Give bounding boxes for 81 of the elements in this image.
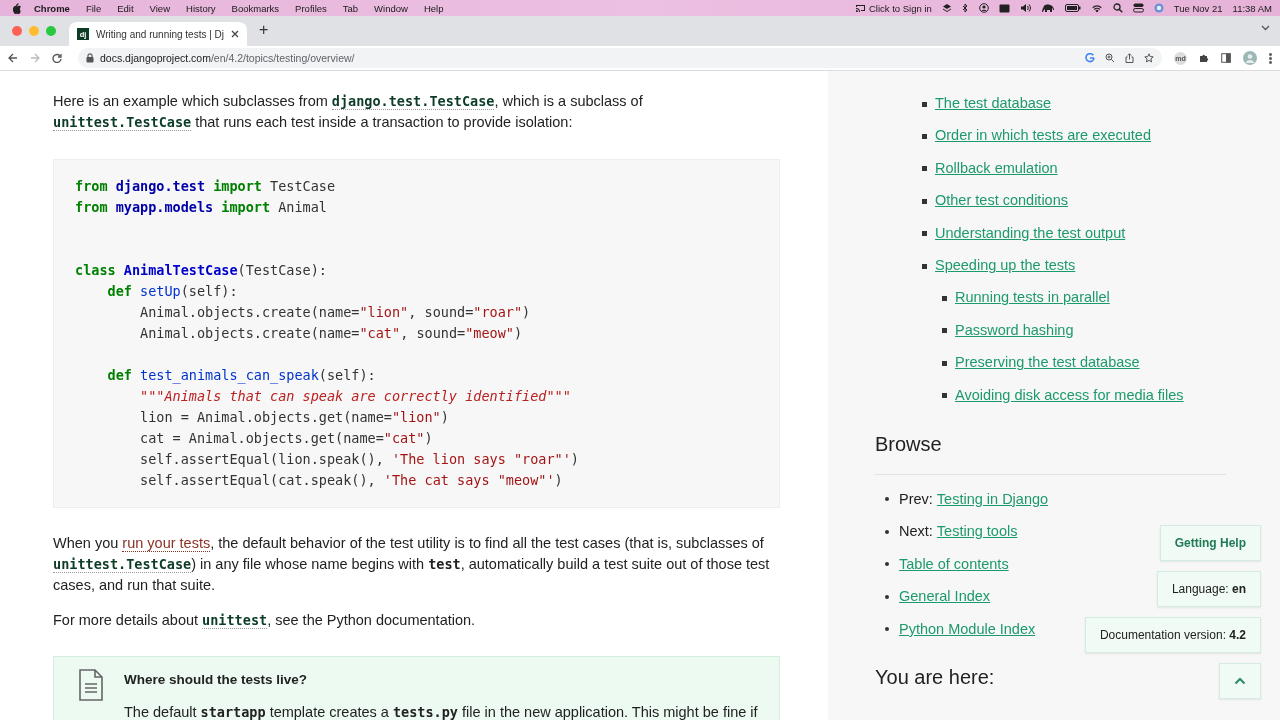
- note-text: The default startapp template creates a tests.py file in the new application. This might be fine if: [124, 703, 758, 720]
- list-bullet: [885, 562, 889, 566]
- sign-in-button[interactable]: Click to Sign in: [868, 2, 932, 14]
- layers-icon[interactable]: [941, 3, 952, 13]
- nav-label: Next:: [899, 522, 933, 541]
- list-bullet: [922, 101, 927, 107]
- list-bullet: [942, 360, 947, 366]
- puzzle-icon[interactable]: [1199, 53, 1209, 63]
- menubar-date: Tue Nov 21: [1173, 2, 1223, 14]
- list-bullet: [942, 328, 947, 334]
- code-line: cat = Animal.objects.get(name="cat"): [139, 429, 434, 448]
- menu-item[interactable]: Profiles: [295, 2, 327, 14]
- menu-item[interactable]: Edit: [117, 2, 134, 14]
- list-bullet: [922, 198, 927, 204]
- code-line: self.assertEqual(lion.speak(), 'The lion says "roar"'): [139, 450, 580, 469]
- star-icon[interactable]: [1144, 53, 1154, 63]
- code-line: Animal.objects.create(name="cat", sound="meow"): [139, 324, 524, 343]
- new-tab-button[interactable]: +: [259, 20, 269, 39]
- list-bullet: [942, 296, 947, 301]
- menu-item[interactable]: Help: [423, 2, 444, 14]
- list-bullet: [922, 263, 927, 269]
- caret-up-icon: [1234, 677, 1246, 685]
- search-icon[interactable]: [1112, 3, 1123, 13]
- volume-icon[interactable]: [1019, 3, 1032, 13]
- list-bullet: [922, 166, 927, 172]
- app-menu[interactable]: Chrome: [34, 2, 70, 14]
- code-line: from django.test import TestCase: [75, 177, 337, 196]
- code-line: self.assertEqual(cat.speak(), 'The cat says "meow"'): [139, 471, 564, 490]
- code-line: def test_animals_can_speak(self):: [106, 366, 377, 386]
- section-heading: You are here:: [875, 664, 995, 689]
- menu-item[interactable]: View: [149, 2, 170, 14]
- more-icon[interactable]: [1269, 52, 1272, 64]
- menu-item[interactable]: Tab: [342, 2, 359, 14]
- cast-icon[interactable]: [854, 3, 866, 13]
- list-bullet: [885, 627, 889, 631]
- body-paragraph: Here is an example which subclasses from django.test.TestCase, which is a subclass of unittest.TestCase that runs each test inside a transaction to provide isolation:: [53, 92, 644, 133]
- note-title: Where should the tests live?: [124, 671, 309, 689]
- code-line: from myapp.models import Animal: [75, 198, 328, 217]
- wifi-icon[interactable]: [1090, 3, 1103, 13]
- language-button[interactable]: Language: en: [1156, 571, 1261, 607]
- menu-item[interactable]: Window: [374, 2, 408, 14]
- close-icon[interactable]: [231, 30, 240, 38]
- body-paragraph: When you run your tests, the default behavior of the test utility is to find all the test cases (that is, subclasses of unittest.TestCase) in any file whose name begins with test, automatically build a test suite out of those test cases, and run that suite.: [53, 534, 771, 595]
- code-line: class AnimalTestCase(TestCase):: [75, 261, 328, 280]
- nav-label: Prev:: [899, 489, 933, 509]
- code-line: Animal.objects.create(name="lion", sound="roar"): [139, 303, 532, 322]
- body-paragraph: For more details about unittest, see the Python documentation.: [53, 611, 477, 631]
- document-icon: [78, 669, 104, 701]
- zoom-icon[interactable]: [1105, 53, 1115, 63]
- user-circle-icon[interactable]: [978, 3, 989, 13]
- apple-icon[interactable]: [12, 2, 22, 14]
- code-line: def setUp(self):: [106, 282, 239, 301]
- list-bullet: [942, 393, 947, 399]
- lock-icon: [86, 53, 94, 63]
- share-icon[interactable]: [1125, 53, 1134, 63]
- tab-title: Writing and running tests | Dj: [96, 28, 225, 40]
- control-center-icon[interactable]: [1132, 3, 1144, 13]
- bluetooth-icon[interactable]: [961, 3, 969, 13]
- battery-icon[interactable]: [1064, 4, 1081, 12]
- reload-icon[interactable]: [52, 53, 62, 63]
- google-icon[interactable]: [1085, 53, 1095, 63]
- section-heading: Browse: [875, 431, 942, 456]
- menubar-clock: 11:38 AM: [1232, 2, 1272, 14]
- assistant-icon[interactable]: [1153, 3, 1164, 13]
- code-line: """Animals that can speak are correctly identified""": [139, 387, 572, 406]
- elephant-icon[interactable]: [1041, 3, 1055, 13]
- chevron-down-icon[interactable]: [1261, 25, 1270, 31]
- menu-item[interactable]: History: [186, 2, 216, 14]
- side-panel-icon[interactable]: [1221, 53, 1231, 63]
- list-bullet: [885, 497, 889, 501]
- display-icon[interactable]: [998, 3, 1010, 13]
- list-bullet: [885, 594, 889, 599]
- list-bullet: [922, 134, 927, 140]
- list-bullet: [922, 231, 927, 237]
- back-icon[interactable]: [8, 53, 18, 63]
- menu-item[interactable]: File: [85, 2, 102, 14]
- list-bullet: [885, 529, 889, 534]
- menu-item[interactable]: Bookmarks: [231, 2, 280, 14]
- code-line: lion = Animal.objects.get(name="lion"): [139, 408, 450, 427]
- getting-help-button[interactable]: Getting Help: [1159, 525, 1261, 561]
- version-button[interactable]: Documentation version: 4.2: [1084, 617, 1261, 653]
